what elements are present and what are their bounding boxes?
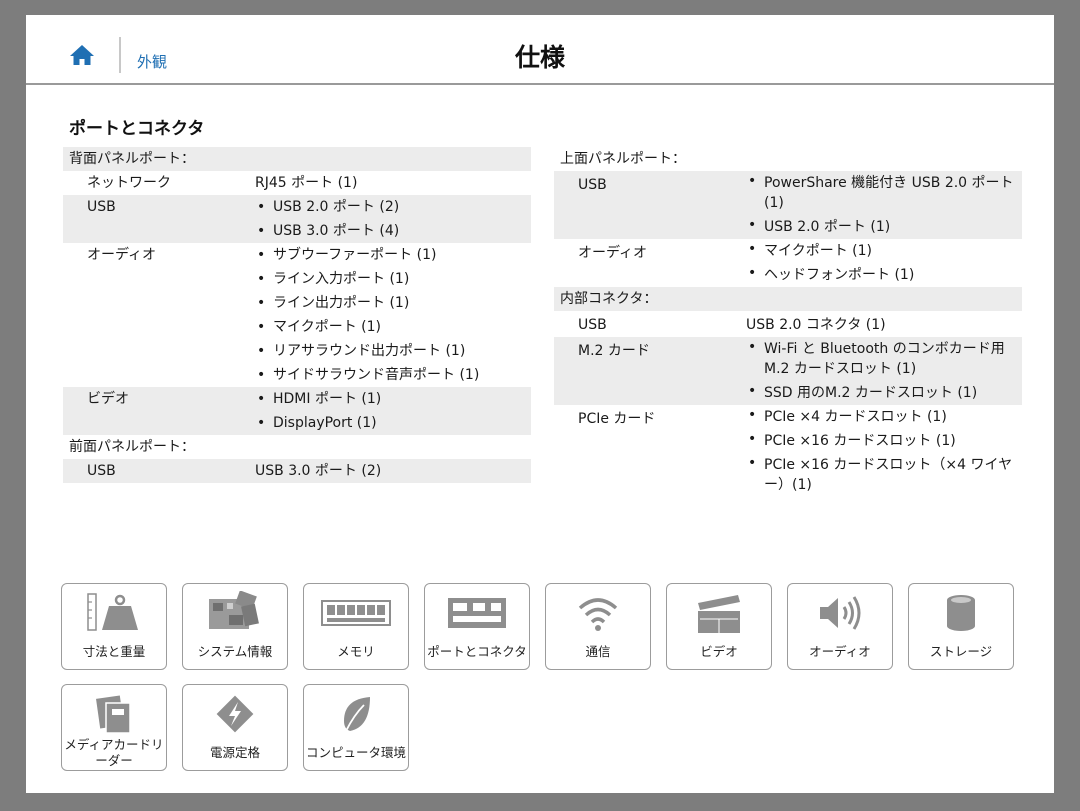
tile-dimensions-weight[interactable]: 寸法と重量 <box>61 583 167 670</box>
storage-icon <box>946 595 975 631</box>
spec-item: USB 3.0 ポート (4) <box>255 219 531 243</box>
spec-value: USB 2.0 コネクタ (1) <box>746 317 886 333</box>
tile-ports-connectors[interactable]: ポートとコネクタ <box>424 583 530 670</box>
spec-item: サイドサラウンド音声ポート (1) <box>255 363 531 387</box>
spec-row-top-usb: USB PowerShare 機能付き USB 2.0 ポート (1) USB … <box>554 171 1022 239</box>
spec-column-left: 背面パネルポート： ネットワーク RJ45 ポート (1) USB USB 2.… <box>63 147 531 483</box>
spec-row-video: ビデオ HDMI ポート (1) DisplayPort (1) <box>63 387 531 435</box>
spec-item: PCIe ×4 カードスロット (1) <box>746 405 1022 429</box>
clapperboard-icon <box>697 595 740 633</box>
spec-row-usb: USB USB 2.0 ポート (2) USB 3.0 ポート (4) <box>63 195 531 243</box>
spec-row-network: ネットワーク RJ45 ポート (1) <box>63 171 531 195</box>
header-bar: 外観 仕様 <box>26 15 1054 85</box>
spec-row-m2: M.2 カード Wi-Fi と Bluetooth のコンボカード用 M.2 カ… <box>554 337 1022 405</box>
spec-label: M.2 カード <box>578 343 650 359</box>
ports-icon <box>447 598 506 628</box>
motherboard-icon <box>208 591 259 629</box>
tile-label: ビデオ <box>700 644 738 659</box>
spec-label: ネットワーク <box>87 175 171 191</box>
spec-label: PCIe カード <box>578 411 656 427</box>
tile-storage[interactable]: ストレージ <box>908 583 1014 670</box>
group-heading-internal: 内部コネクタ： <box>554 287 1022 311</box>
tile-computer-environment[interactable]: コンピュータ環境 <box>303 684 409 771</box>
tile-label: 電源定格 <box>209 745 260 760</box>
tile-video[interactable]: ビデオ <box>666 583 772 670</box>
tile-power-rating[interactable]: 電源定格 <box>182 684 288 771</box>
spec-page: 外観 仕様 ポートとコネクタ 背面パネルポート： ネットワーク RJ45 ポート… <box>26 15 1054 793</box>
tile-audio[interactable]: オーディオ <box>787 583 893 670</box>
spec-label: USB <box>578 317 607 333</box>
spec-label: USB <box>87 463 116 479</box>
memory-icon <box>320 600 391 626</box>
spec-label: USB <box>578 177 607 193</box>
spec-item: HDMI ポート (1) <box>255 387 531 411</box>
wifi-icon <box>578 598 617 631</box>
power-icon <box>216 695 253 733</box>
spec-item: リアサラウンド出力ポート (1) <box>255 339 531 363</box>
spec-item: DisplayPort (1) <box>255 411 531 435</box>
tile-label: ポートとコネクタ <box>427 644 527 659</box>
spec-item: PCIe ×16 カードスロット（×4 ワイヤー）(1) <box>746 453 1022 497</box>
tile-label: ストレージ <box>929 644 993 659</box>
tile-communication[interactable]: 通信 <box>545 583 651 670</box>
leaf-icon <box>343 697 370 732</box>
tile-media-card-reader[interactable]: メディアカードリーダー <box>61 684 167 771</box>
section-title: ポートとコネクタ <box>69 119 205 139</box>
spec-label: USB <box>87 199 116 215</box>
spec-item: マイクポート (1) <box>255 315 531 339</box>
tile-system-info[interactable]: システム情報 <box>182 583 288 670</box>
tile-label: 寸法と重量 <box>82 644 146 659</box>
page-title: 仕様 <box>514 43 565 72</box>
spec-item: サブウーファーポート (1) <box>255 243 531 267</box>
spec-row-pcie: PCIe カード PCIe ×4 カードスロット (1) PCIe ×16 カー… <box>554 405 1022 497</box>
group-heading-rear-panel: 背面パネルポート： <box>63 147 531 171</box>
scale-icon <box>86 593 138 631</box>
spec-item: ライン出力ポート (1) <box>255 291 531 315</box>
group-heading-top-panel: 上面パネルポート： <box>560 151 686 167</box>
group-heading-front-panel: 前面パネルポート： <box>69 439 195 455</box>
spec-item: SSD 用のM.2 カードスロット (1) <box>746 381 1022 405</box>
spec-item: USB 2.0 ポート (1) <box>746 215 1022 239</box>
spec-value: RJ45 ポート (1) <box>255 175 358 191</box>
speaker-icon <box>819 596 860 630</box>
spec-value: USB 3.0 ポート (2) <box>255 463 382 479</box>
spec-item: Wi-Fi と Bluetooth のコンボカード用 M.2 カードスロット (… <box>746 337 1022 381</box>
spec-row-internal-usb: USB USB 2.0 コネクタ (1) <box>554 311 1022 337</box>
spec-item: PowerShare 機能付き USB 2.0 ポート (1) <box>746 171 1022 215</box>
spec-item: USB 2.0 ポート (2) <box>255 195 531 219</box>
tile-memory[interactable]: メモリ <box>303 583 409 670</box>
media-card-icon <box>95 695 131 734</box>
tile-label: 通信 <box>585 644 611 659</box>
tile-label: オーディオ <box>809 644 871 659</box>
spec-row-front-usb: USB USB 3.0 ポート (2) <box>63 459 531 483</box>
spec-row-audio: オーディオ サブウーファーポート (1) ライン入力ポート (1) ライン出力ポ… <box>63 243 531 387</box>
tile-label: コンピュータ環境 <box>306 745 407 760</box>
tile-label: メモリ <box>337 644 375 659</box>
spec-item: マイクポート (1) <box>746 239 1022 263</box>
spec-label: オーディオ <box>578 245 648 261</box>
spec-label: オーディオ <box>87 247 157 263</box>
tile-label: システム情報 <box>197 644 273 659</box>
spec-label: ビデオ <box>87 391 129 407</box>
tile-label: メディアカードリーダー <box>64 737 164 768</box>
spec-item: PCIe ×16 カードスロット (1) <box>746 429 1022 453</box>
spec-item: ヘッドフォンポート (1) <box>746 263 1022 287</box>
spec-column-right: 上面パネルポート： USB PowerShare 機能付き USB 2.0 ポー… <box>554 147 1022 497</box>
spec-item: ライン入力ポート (1) <box>255 267 531 291</box>
spec-row-top-audio: オーディオ マイクポート (1) ヘッドフォンポート (1) <box>554 239 1022 287</box>
